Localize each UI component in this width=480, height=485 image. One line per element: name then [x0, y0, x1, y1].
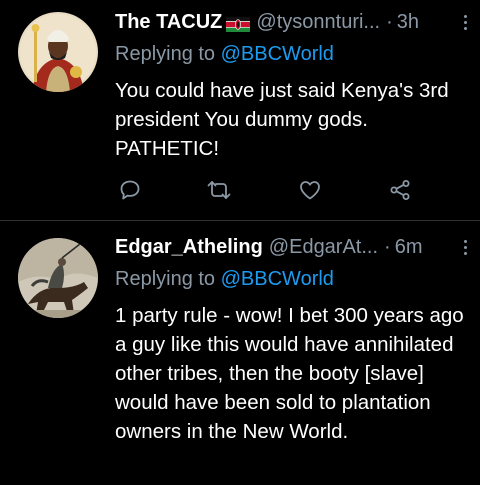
mention-link[interactable]: @BBCWorld — [221, 43, 334, 65]
tweet-text: You could have just said Kenya's 3rd pre… — [115, 79, 449, 160]
kenya-flag-icon — [226, 15, 251, 32]
timestamp[interactable]: 3h — [397, 11, 419, 34]
tweet[interactable]: The TACUZ @tysonnturi... · 3h Replying t… — [0, 0, 480, 221]
like-icon[interactable] — [295, 175, 325, 205]
tweet-header: The TACUZ @tysonnturi... · 3h — [115, 9, 470, 35]
author-name[interactable]: The TACUZ — [115, 11, 222, 34]
author-handle[interactable]: @EdgarAt... — [269, 236, 378, 259]
tweet[interactable]: Edgar_Atheling @EdgarAt... · 6m Replying… — [0, 221, 480, 485]
mention-link[interactable]: @BBCWorld — [221, 268, 334, 290]
author-handle[interactable]: @tysonnturi... — [256, 11, 380, 34]
replying-to-label: Replying to — [115, 43, 216, 65]
author-name[interactable]: Edgar_Atheling — [115, 236, 263, 259]
tweet-actions — [115, 175, 415, 205]
retweet-icon[interactable] — [204, 175, 234, 205]
replying-to-label: Replying to — [115, 268, 216, 290]
tweet-text: 1 party rule - wow! I bet 300 years ago … — [115, 304, 464, 443]
avatar[interactable] — [18, 12, 98, 92]
avatar[interactable] — [18, 238, 98, 318]
avatar-image — [18, 238, 98, 318]
more-options-icon[interactable] — [458, 236, 472, 258]
more-options-icon[interactable] — [458, 11, 472, 33]
tweet-header: Edgar_Atheling @EdgarAt... · 6m — [115, 234, 470, 260]
reply-icon[interactable] — [115, 175, 145, 205]
replying-to-line: Replying to @BBCWorld — [115, 268, 334, 291]
avatar-image — [18, 12, 98, 92]
separator-dot: · — [384, 235, 391, 258]
replying-to-line: Replying to @BBCWorld — [115, 43, 334, 66]
separator-dot: · — [386, 10, 393, 33]
share-icon[interactable] — [385, 175, 415, 205]
timestamp[interactable]: 6m — [395, 236, 423, 259]
